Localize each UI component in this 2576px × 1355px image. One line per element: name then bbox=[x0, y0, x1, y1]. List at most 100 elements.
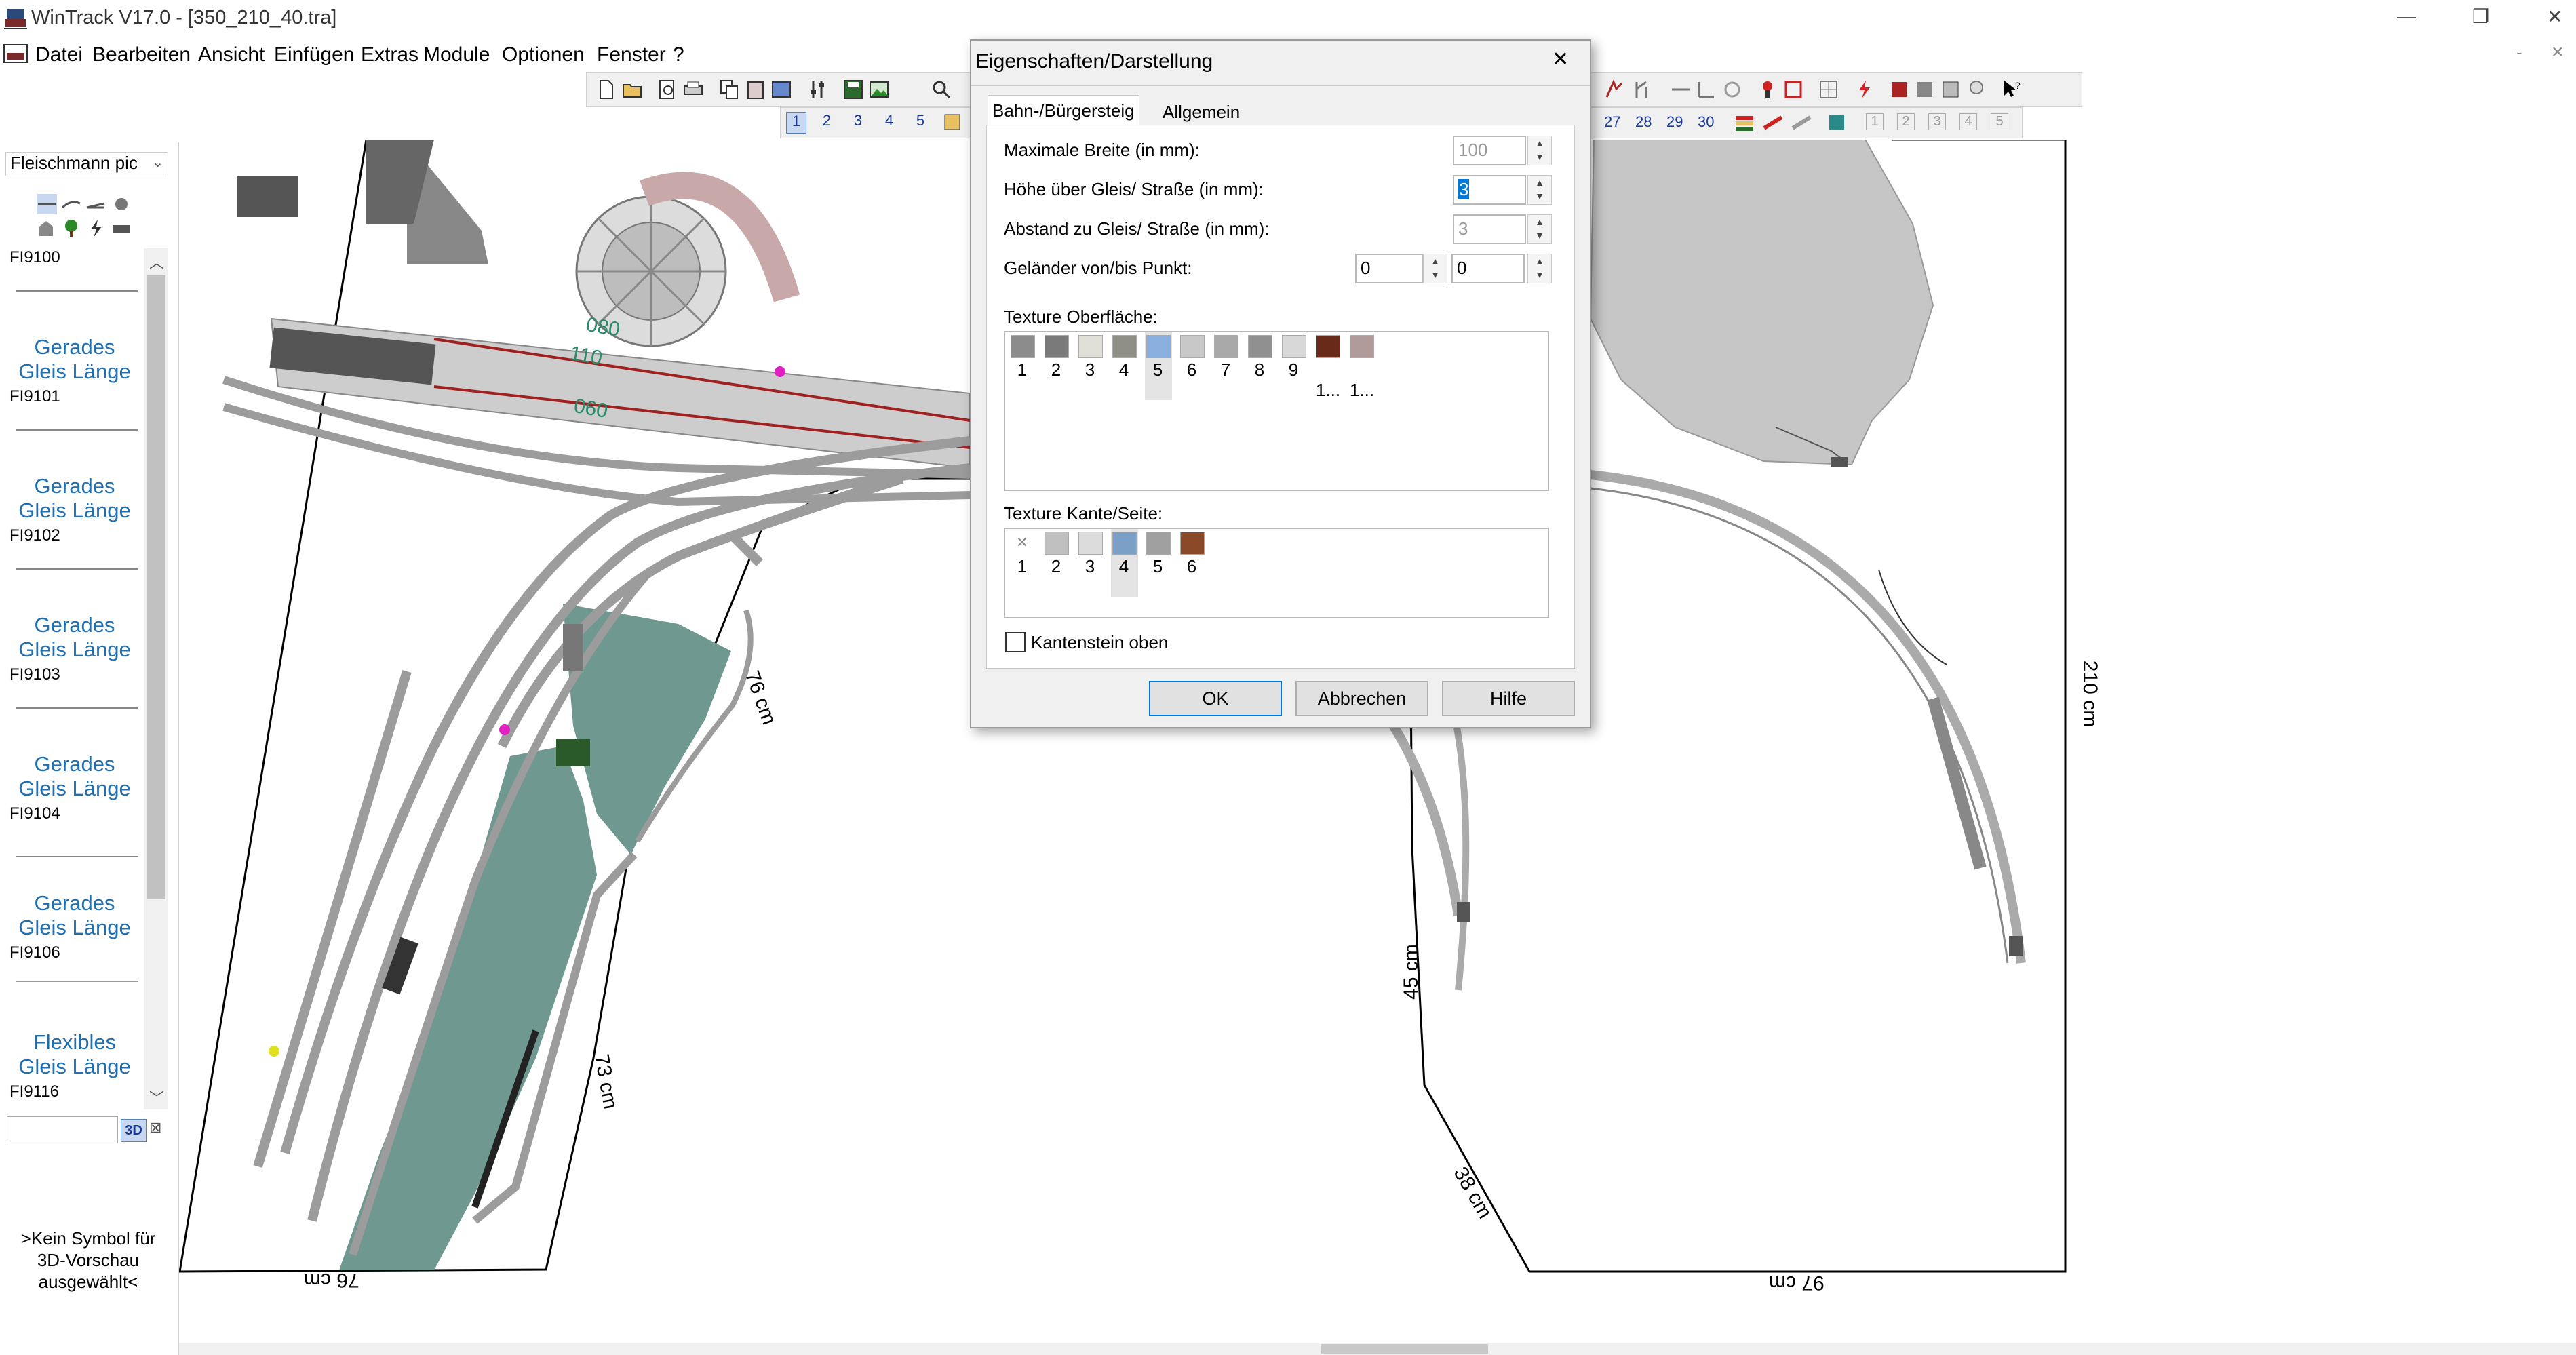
texture-swatch[interactable] bbox=[1316, 335, 1340, 358]
max-width-spin[interactable]: ▲ ▼ bbox=[1527, 136, 1552, 165]
layer-r5-button[interactable]: 5 bbox=[1991, 113, 2008, 130]
library-select[interactable]: Fleischmann pic ⌄ bbox=[5, 152, 168, 176]
texture-swatch[interactable] bbox=[1214, 335, 1238, 358]
list-item[interactable]: FI9100 Gerades Gleis Länge bbox=[5, 248, 138, 387]
texture-swatch[interactable] bbox=[1112, 532, 1137, 555]
layer-29-button[interactable]: 29 bbox=[1666, 113, 1683, 131]
layer-3-button[interactable]: 3 bbox=[848, 112, 867, 130]
railing-from-spin[interactable]: ▲ ▼ bbox=[1423, 254, 1447, 283]
layers-stack-icon[interactable] bbox=[1734, 112, 1755, 132]
corner-tool-icon[interactable] bbox=[1696, 79, 1717, 100]
power-tool-icon[interactable] bbox=[1854, 79, 1874, 100]
new-file-icon[interactable] bbox=[596, 79, 617, 100]
library-search-input[interactable] bbox=[7, 1116, 118, 1143]
kantenstein-checkbox[interactable] bbox=[1005, 632, 1026, 652]
print-icon[interactable] bbox=[683, 79, 703, 100]
texture-swatch[interactable] bbox=[1078, 335, 1103, 358]
layer-gray-icon[interactable] bbox=[1791, 112, 1812, 132]
tab-bahn-buergersteig[interactable]: Bahn-/Bürgersteig bbox=[988, 95, 1139, 125]
open-file-icon[interactable] bbox=[622, 79, 642, 100]
ok-button[interactable]: OK bbox=[1149, 681, 1282, 716]
restore-button[interactable]: ❐ bbox=[2472, 5, 2489, 28]
settings-sliders-icon[interactable] bbox=[808, 79, 828, 100]
texture-swatch[interactable] bbox=[1248, 335, 1272, 358]
texture-swatch[interactable] bbox=[1146, 532, 1171, 555]
max-width-field[interactable]: 100 bbox=[1453, 136, 1526, 165]
help-pointer-icon[interactable]: ? bbox=[2002, 79, 2022, 100]
turntable-category-icon[interactable] bbox=[111, 194, 132, 214]
list-item[interactable]: FI9116 bbox=[5, 1082, 138, 1109]
chevron-down-icon[interactable]: ﹀ bbox=[149, 1086, 164, 1108]
list-item[interactable]: FI9106 Flexibles Gleis Länge bbox=[5, 943, 138, 1082]
chevron-up-icon[interactable]: ︿ bbox=[149, 251, 164, 273]
catalog-tool-icon[interactable] bbox=[1915, 79, 1935, 100]
scrollbar-thumb[interactable] bbox=[1321, 1344, 1488, 1354]
height-field[interactable]: 3 bbox=[1453, 175, 1526, 205]
list-item[interactable]: FI9102 Gerades Gleis Länge bbox=[5, 526, 138, 665]
zoom-icon[interactable] bbox=[931, 79, 952, 100]
texture-surface-list[interactable]: 1 2 3 4 5 6 7 8 9 1... 1... bbox=[1004, 331, 1549, 491]
curve-track-category-icon[interactable] bbox=[61, 194, 81, 214]
vehicle-category-icon[interactable] bbox=[111, 218, 132, 239]
copy-tool-icon[interactable] bbox=[1940, 79, 1961, 100]
layer-r3-button[interactable]: 3 bbox=[1928, 113, 1946, 130]
library-scrollbar[interactable]: ︿ ﹀ bbox=[144, 248, 168, 1109]
texture-swatch[interactable] bbox=[1350, 335, 1374, 358]
layer-2-button[interactable]: 2 bbox=[817, 112, 836, 130]
electric-category-icon[interactable] bbox=[85, 218, 106, 239]
print-preview-icon[interactable] bbox=[657, 79, 678, 100]
menu-einfuegen[interactable]: Einfügen bbox=[274, 43, 354, 66]
tree-category-icon[interactable] bbox=[61, 218, 81, 239]
layer-red-icon[interactable] bbox=[1763, 112, 1783, 132]
building-category-icon[interactable] bbox=[37, 218, 57, 239]
bulb-tool-icon[interactable] bbox=[1966, 79, 1987, 100]
railing-to-spin[interactable]: ▲ ▼ bbox=[1527, 254, 1552, 283]
menu-fenster[interactable]: Fenster bbox=[597, 43, 666, 66]
preview-3d-button[interactable]: 3D bbox=[121, 1119, 147, 1142]
help-button[interactable]: Hilfe bbox=[1442, 681, 1575, 716]
layers-icon[interactable] bbox=[771, 79, 792, 100]
doc-close-button[interactable]: × bbox=[2552, 41, 2564, 64]
texture-swatch[interactable] bbox=[1146, 335, 1171, 358]
texture-swatch[interactable] bbox=[1045, 532, 1069, 555]
list-item[interactable]: FI9101 Gerades Gleis Länge bbox=[5, 387, 138, 526]
layer-r4-button[interactable]: 4 bbox=[1959, 113, 1977, 130]
scrollbar-thumb[interactable] bbox=[147, 275, 165, 899]
distance-spin[interactable]: ▲ ▼ bbox=[1527, 214, 1552, 244]
straight-track-category-icon[interactable] bbox=[37, 194, 57, 214]
preview-close-icon[interactable]: ⊠ bbox=[149, 1119, 161, 1137]
layer-28-button[interactable]: 28 bbox=[1635, 113, 1652, 131]
texture-swatch[interactable] bbox=[1045, 335, 1069, 358]
texture-swatch[interactable] bbox=[1112, 335, 1137, 358]
track-tool-icon[interactable] bbox=[1604, 79, 1624, 100]
distance-field[interactable]: 3 bbox=[1453, 214, 1526, 244]
layer-r2-button[interactable]: 2 bbox=[1897, 113, 1915, 130]
doc-minimize-button[interactable]: - bbox=[2516, 42, 2522, 63]
minimize-button[interactable]: — bbox=[2397, 5, 2416, 27]
layer-r1-button[interactable]: 1 bbox=[1866, 113, 1884, 130]
image-export-icon[interactable] bbox=[869, 79, 889, 100]
signal-tool-icon[interactable] bbox=[1757, 79, 1778, 100]
grid-tool-icon[interactable] bbox=[1818, 79, 1839, 100]
layer-5-button[interactable]: 5 bbox=[911, 112, 930, 130]
texture-none-icon[interactable]: ✕ bbox=[1011, 532, 1034, 553]
menu-datei[interactable]: Datei bbox=[35, 43, 83, 66]
texture-swatch[interactable] bbox=[1011, 335, 1035, 358]
menu-help[interactable]: ? bbox=[673, 43, 684, 66]
switch-tool-icon[interactable] bbox=[1631, 79, 1652, 100]
list-item[interactable]: FI9104 Gerades Gleis Länge bbox=[5, 804, 138, 943]
layer-color-icon[interactable] bbox=[942, 112, 962, 132]
canvas-horizontal-scrollbar[interactable] bbox=[179, 1343, 2576, 1355]
menu-module[interactable]: Module bbox=[423, 43, 490, 66]
cancel-button[interactable]: Abbrechen bbox=[1295, 681, 1428, 716]
railing-to-field[interactable]: 0 bbox=[1451, 254, 1525, 283]
menu-optionen[interactable]: Optionen bbox=[502, 43, 585, 66]
railing-from-field[interactable]: 0 bbox=[1355, 254, 1423, 283]
paste-icon[interactable] bbox=[745, 79, 766, 100]
save-icon[interactable] bbox=[843, 79, 863, 100]
connect-tool-icon[interactable] bbox=[1722, 79, 1742, 100]
layer-27-button[interactable]: 27 bbox=[1604, 113, 1620, 131]
layer-30-button[interactable]: 30 bbox=[1698, 113, 1714, 131]
signal-red-icon[interactable] bbox=[1783, 79, 1803, 100]
menu-extras[interactable]: Extras bbox=[361, 43, 418, 66]
